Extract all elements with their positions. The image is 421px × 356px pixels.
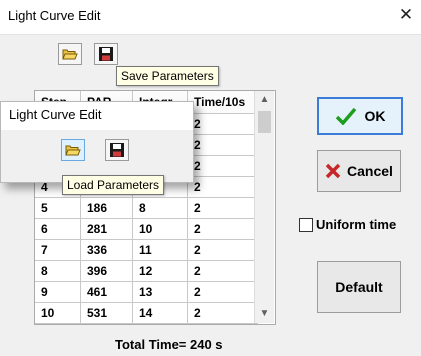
ok-label: OK bbox=[364, 108, 386, 124]
save-button-popup[interactable] bbox=[105, 139, 129, 161]
default-button[interactable]: Default bbox=[317, 261, 401, 313]
default-label: Default bbox=[335, 279, 383, 295]
open-folder-icon bbox=[62, 49, 78, 60]
cancel-label: Cancel bbox=[347, 163, 393, 179]
floppy-disk-icon bbox=[110, 143, 124, 157]
floppy-disk-icon bbox=[99, 47, 113, 61]
table-cell[interactable]: 8 bbox=[132, 197, 188, 219]
table-row[interactable]: 9 461 13 2 bbox=[35, 281, 258, 303]
table-cell[interactable]: 14 bbox=[132, 302, 188, 324]
table-cell[interactable]: 461 bbox=[80, 281, 133, 303]
save-tooltip: Save Parameters bbox=[116, 66, 219, 86]
uniform-time-label: Uniform time bbox=[316, 217, 397, 232]
table-cell[interactable]: 2 bbox=[187, 218, 258, 240]
title-bar: Light Curve Edit ✕ bbox=[0, 0, 421, 35]
table-cell[interactable]: 2 bbox=[187, 302, 258, 324]
table-cell[interactable]: 396 bbox=[80, 260, 133, 282]
table-row[interactable]: 5 186 8 2 bbox=[35, 197, 258, 219]
table-cell[interactable]: 2 bbox=[187, 260, 258, 282]
checkbox-box[interactable] bbox=[299, 217, 313, 232]
table-cell[interactable]: 12 bbox=[132, 260, 188, 282]
table-cell[interactable]: 8 bbox=[35, 260, 81, 282]
table-cell[interactable]: 2 bbox=[187, 134, 258, 156]
open-folder-icon bbox=[65, 145, 81, 156]
table-cell[interactable]: 281 bbox=[80, 218, 133, 240]
table-row[interactable]: 10 531 14 2 bbox=[35, 302, 258, 324]
load-tooltip: Load Parameters bbox=[62, 175, 165, 195]
table-cell[interactable]: 186 bbox=[80, 197, 133, 219]
window-title: Light Curve Edit bbox=[8, 8, 101, 23]
popup-window: Light Curve Edit bbox=[0, 101, 194, 183]
table-cell[interactable]: 9 bbox=[35, 281, 81, 303]
table-row[interactable]: 8 396 12 2 bbox=[35, 260, 258, 282]
popup-title: Light Curve Edit bbox=[9, 107, 102, 122]
uniform-time-checkbox[interactable]: Uniform time bbox=[299, 217, 396, 232]
table-cell[interactable]: 2 bbox=[187, 113, 258, 135]
table-cell[interactable]: 5 bbox=[35, 197, 81, 219]
table-cell[interactable]: 13 bbox=[132, 281, 188, 303]
cancel-x-icon bbox=[325, 163, 341, 179]
close-icon[interactable]: ✕ bbox=[397, 6, 415, 24]
checkmark-icon bbox=[335, 107, 356, 125]
table-cell[interactable]: 10 bbox=[35, 302, 81, 324]
table-row[interactable]: 7 336 11 2 bbox=[35, 239, 258, 261]
scroll-up-icon[interactable]: ▲ bbox=[255, 91, 274, 109]
table-cell[interactable]: 6 bbox=[35, 218, 81, 240]
popup-title-bar: Light Curve Edit bbox=[1, 102, 193, 130]
table-cell[interactable]: 10 bbox=[132, 218, 188, 240]
table-scrollbar[interactable]: ▲ ▼ bbox=[254, 91, 274, 323]
save-button[interactable] bbox=[94, 43, 118, 65]
header-time: Time/10s bbox=[187, 91, 258, 114]
table-cell[interactable]: 2 bbox=[187, 281, 258, 303]
table-row[interactable]: 6 281 10 2 bbox=[35, 218, 258, 240]
table-cell[interactable]: 336 bbox=[80, 239, 133, 261]
ok-button[interactable]: OK bbox=[317, 97, 403, 135]
scroll-down-icon[interactable]: ▼ bbox=[255, 305, 274, 323]
scroll-thumb[interactable] bbox=[258, 111, 271, 133]
table-cell[interactable]: 2 bbox=[187, 239, 258, 261]
open-button[interactable] bbox=[58, 43, 82, 65]
total-time: Total Time= 240 s bbox=[115, 337, 223, 352]
load-button[interactable] bbox=[61, 139, 85, 161]
table-cell[interactable]: 11 bbox=[132, 239, 188, 261]
table-cell[interactable]: 7 bbox=[35, 239, 81, 261]
table-cell[interactable]: 2 bbox=[187, 155, 258, 177]
cancel-button[interactable]: Cancel bbox=[317, 150, 401, 192]
table-cell[interactable]: 2 bbox=[187, 176, 258, 198]
table-cell[interactable]: 531 bbox=[80, 302, 133, 324]
table-cell[interactable]: 2 bbox=[187, 197, 258, 219]
